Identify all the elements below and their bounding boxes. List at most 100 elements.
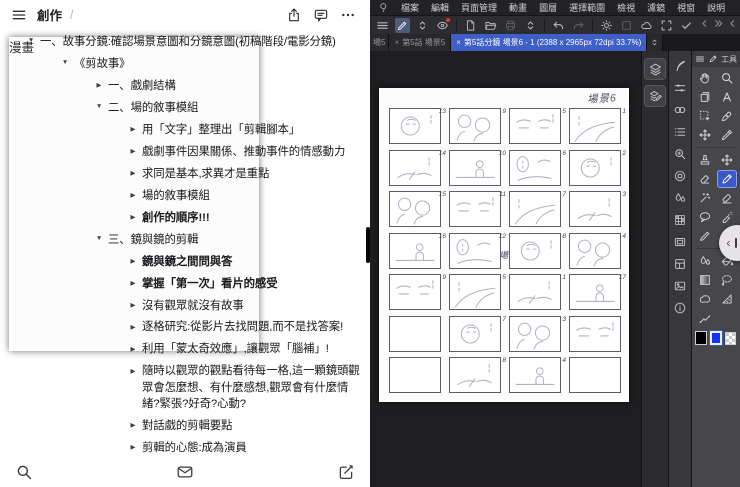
storyboard-panel[interactable] xyxy=(569,357,621,393)
eye-icon[interactable] xyxy=(435,17,450,33)
outline-item[interactable]: ▶ 逐格研究:從影片去找問題,而不是找答案! xyxy=(124,317,366,339)
storyboard-panel[interactable]: 8 xyxy=(509,232,566,269)
storyboard-panel[interactable]: 10 xyxy=(449,149,506,186)
tool-text[interactable] xyxy=(717,88,737,106)
page-new-icon[interactable] xyxy=(463,18,478,33)
palette-pen-tab-icon[interactable] xyxy=(708,54,718,64)
tool-stamp[interactable] xyxy=(695,151,715,169)
compose-icon[interactable] xyxy=(337,463,355,481)
updown-icon[interactable] xyxy=(415,18,430,33)
grid-icon[interactable] xyxy=(670,209,691,231)
expand-triangle-icon[interactable]: ▶ xyxy=(124,363,142,375)
chevs-right-icon[interactable] xyxy=(713,16,724,34)
film-icon[interactable] xyxy=(670,231,691,253)
redo-icon[interactable] xyxy=(571,18,586,33)
outline-item[interactable]: ▼ 二、場的敘事模組 xyxy=(90,97,366,119)
quill-icon[interactable] xyxy=(670,55,691,77)
outline-item[interactable]: ▶ 剪輯的心態:成為演員 xyxy=(124,437,366,457)
collapse-triangle-icon[interactable]: ▼ xyxy=(22,34,40,44)
more-icon[interactable] xyxy=(339,6,356,23)
undo-icon[interactable] xyxy=(551,18,566,33)
tool-drops[interactable] xyxy=(695,252,715,270)
outline-item[interactable]: ▶ 一、戲劇結構 xyxy=(90,75,366,97)
document-tab-active[interactable]: × 第5話分鏡 場景6 - 1 (2388 x 2965px 72dpi 33.… xyxy=(451,34,648,51)
tool-bubble[interactable] xyxy=(695,208,715,226)
storyboard-panel[interactable]: 5 xyxy=(449,274,506,310)
drops-icon[interactable] xyxy=(670,187,691,209)
outline-item[interactable]: ▼ 三、鏡與鏡的剪輯 xyxy=(90,229,366,251)
sliders-icon[interactable] xyxy=(670,77,691,99)
list-icon[interactable] xyxy=(670,121,691,143)
document-tab[interactable]: 場5 xyxy=(370,34,390,51)
inbox-icon[interactable] xyxy=(176,463,194,481)
link-icon[interactable] xyxy=(670,99,691,121)
outline-item[interactable]: ▶ 沒有觀眾就沒有故事 xyxy=(124,295,366,317)
collapse-triangle-icon[interactable]: ▼ xyxy=(56,56,74,66)
expand-triangle-icon[interactable]: ▶ xyxy=(124,122,142,133)
tab-list-chevron-icon[interactable] xyxy=(647,34,664,51)
storyboard-panel[interactable]: 3 xyxy=(569,191,626,227)
expand-triangle-icon[interactable]: ▶ xyxy=(124,254,142,265)
chev-left-icon[interactable] xyxy=(727,16,738,34)
storyboard-panel[interactable]: 7 xyxy=(509,191,566,227)
check-icon[interactable] xyxy=(679,18,694,33)
image-icon[interactable] xyxy=(670,275,691,297)
expand-triangle-icon[interactable]: ▶ xyxy=(124,210,142,221)
crop-icon[interactable] xyxy=(659,18,674,33)
pen-tilt-icon[interactable] xyxy=(395,17,410,33)
menu-item[interactable]: 檔案 xyxy=(401,1,419,14)
tool-hand[interactable] xyxy=(695,69,715,87)
storyboard-panel[interactable]: 15 xyxy=(389,191,446,227)
tool-pages[interactable] xyxy=(695,88,715,106)
tool-blob[interactable] xyxy=(695,290,715,308)
outline-item[interactable]: ▶ 創作的順序!!! xyxy=(124,207,366,229)
collapse-triangle-icon[interactable]: ▼ xyxy=(90,100,108,110)
menu-item[interactable]: 圖層 xyxy=(539,1,557,14)
storyboard-panel[interactable]: 1 xyxy=(569,108,626,144)
tool-zoom[interactable] xyxy=(717,69,737,87)
palette-menu-icon[interactable] xyxy=(695,54,705,64)
transparent-color-swatch[interactable] xyxy=(725,331,736,345)
folder-icon[interactable] xyxy=(483,18,498,33)
tool-select[interactable] xyxy=(695,107,715,125)
storyboard-page[interactable]: 場景6 場景7 13951141062151173161284951177384 xyxy=(379,88,629,402)
circle-frame-icon[interactable] xyxy=(670,165,691,187)
storyboard-panel[interactable]: 8 xyxy=(449,357,506,393)
app-logo-icon[interactable] xyxy=(378,2,389,13)
outline-item[interactable]: ▶ 對話戲的剪輯要點 xyxy=(124,415,366,437)
expand-triangle-icon[interactable]: ▶ xyxy=(124,440,142,451)
hamburger-icon[interactable] xyxy=(10,6,27,23)
storyboard-panel[interactable]: 6 xyxy=(509,149,566,186)
menu-icon[interactable] xyxy=(375,18,390,33)
menu-item[interactable]: 動畫 xyxy=(509,1,527,14)
chev-left-icon[interactable] xyxy=(699,16,710,34)
sub-color-swatch[interactable] xyxy=(710,331,722,345)
outline-item[interactable]: ▶ 求同是基本,求異才是重點 xyxy=(124,163,366,185)
storyboard-panel[interactable]: 7 xyxy=(449,315,506,352)
menu-item[interactable]: 頁面管理 xyxy=(461,1,497,14)
outline-item[interactable]: ▶ 利用「蒙太奇效應」,讓觀眾「腦補」! xyxy=(124,339,366,361)
main-color-swatch[interactable] xyxy=(695,331,707,345)
breadcrumb-section[interactable]: 創作 xyxy=(37,5,62,24)
menu-item[interactable]: 濾鏡 xyxy=(647,1,665,14)
tool-brush[interactable] xyxy=(695,227,715,245)
outline-item[interactable]: ▶ 用「文字」整理出「剪輯腳本」 xyxy=(124,119,366,141)
expand-triangle-icon[interactable]: ▶ xyxy=(124,188,142,199)
tool-pen[interactable] xyxy=(717,170,737,188)
layers-edit-panel-button[interactable] xyxy=(644,85,666,107)
tool-line[interactable] xyxy=(695,309,715,327)
sun-icon[interactable] xyxy=(599,18,614,33)
tool-eraser-tri[interactable] xyxy=(695,170,715,188)
tool-dropper[interactable] xyxy=(717,126,737,144)
outline-item[interactable]: ▶ 戲劇事件因果關係、推動事件的情感動力 xyxy=(124,141,366,163)
comment-icon[interactable] xyxy=(312,6,329,23)
tool-move[interactable] xyxy=(717,151,737,169)
expand-triangle-icon[interactable]: ▶ xyxy=(124,166,142,177)
menu-item[interactable]: 視窗 xyxy=(677,1,695,14)
storyboard-panel[interactable]: 4 xyxy=(569,232,626,269)
storyboard-panel[interactable]: 11 xyxy=(449,191,506,227)
expand-triangle-icon[interactable]: ▶ xyxy=(90,78,108,89)
cloud-icon[interactable] xyxy=(639,18,654,33)
outline-item[interactable]: ▶ 隨時以觀眾的觀點看待每一格,這一顆鏡頭觀眾會怎麼想、有什麼感想,觀眾會有什麼情… xyxy=(124,361,366,415)
menu-item[interactable]: 編輯 xyxy=(431,1,449,14)
